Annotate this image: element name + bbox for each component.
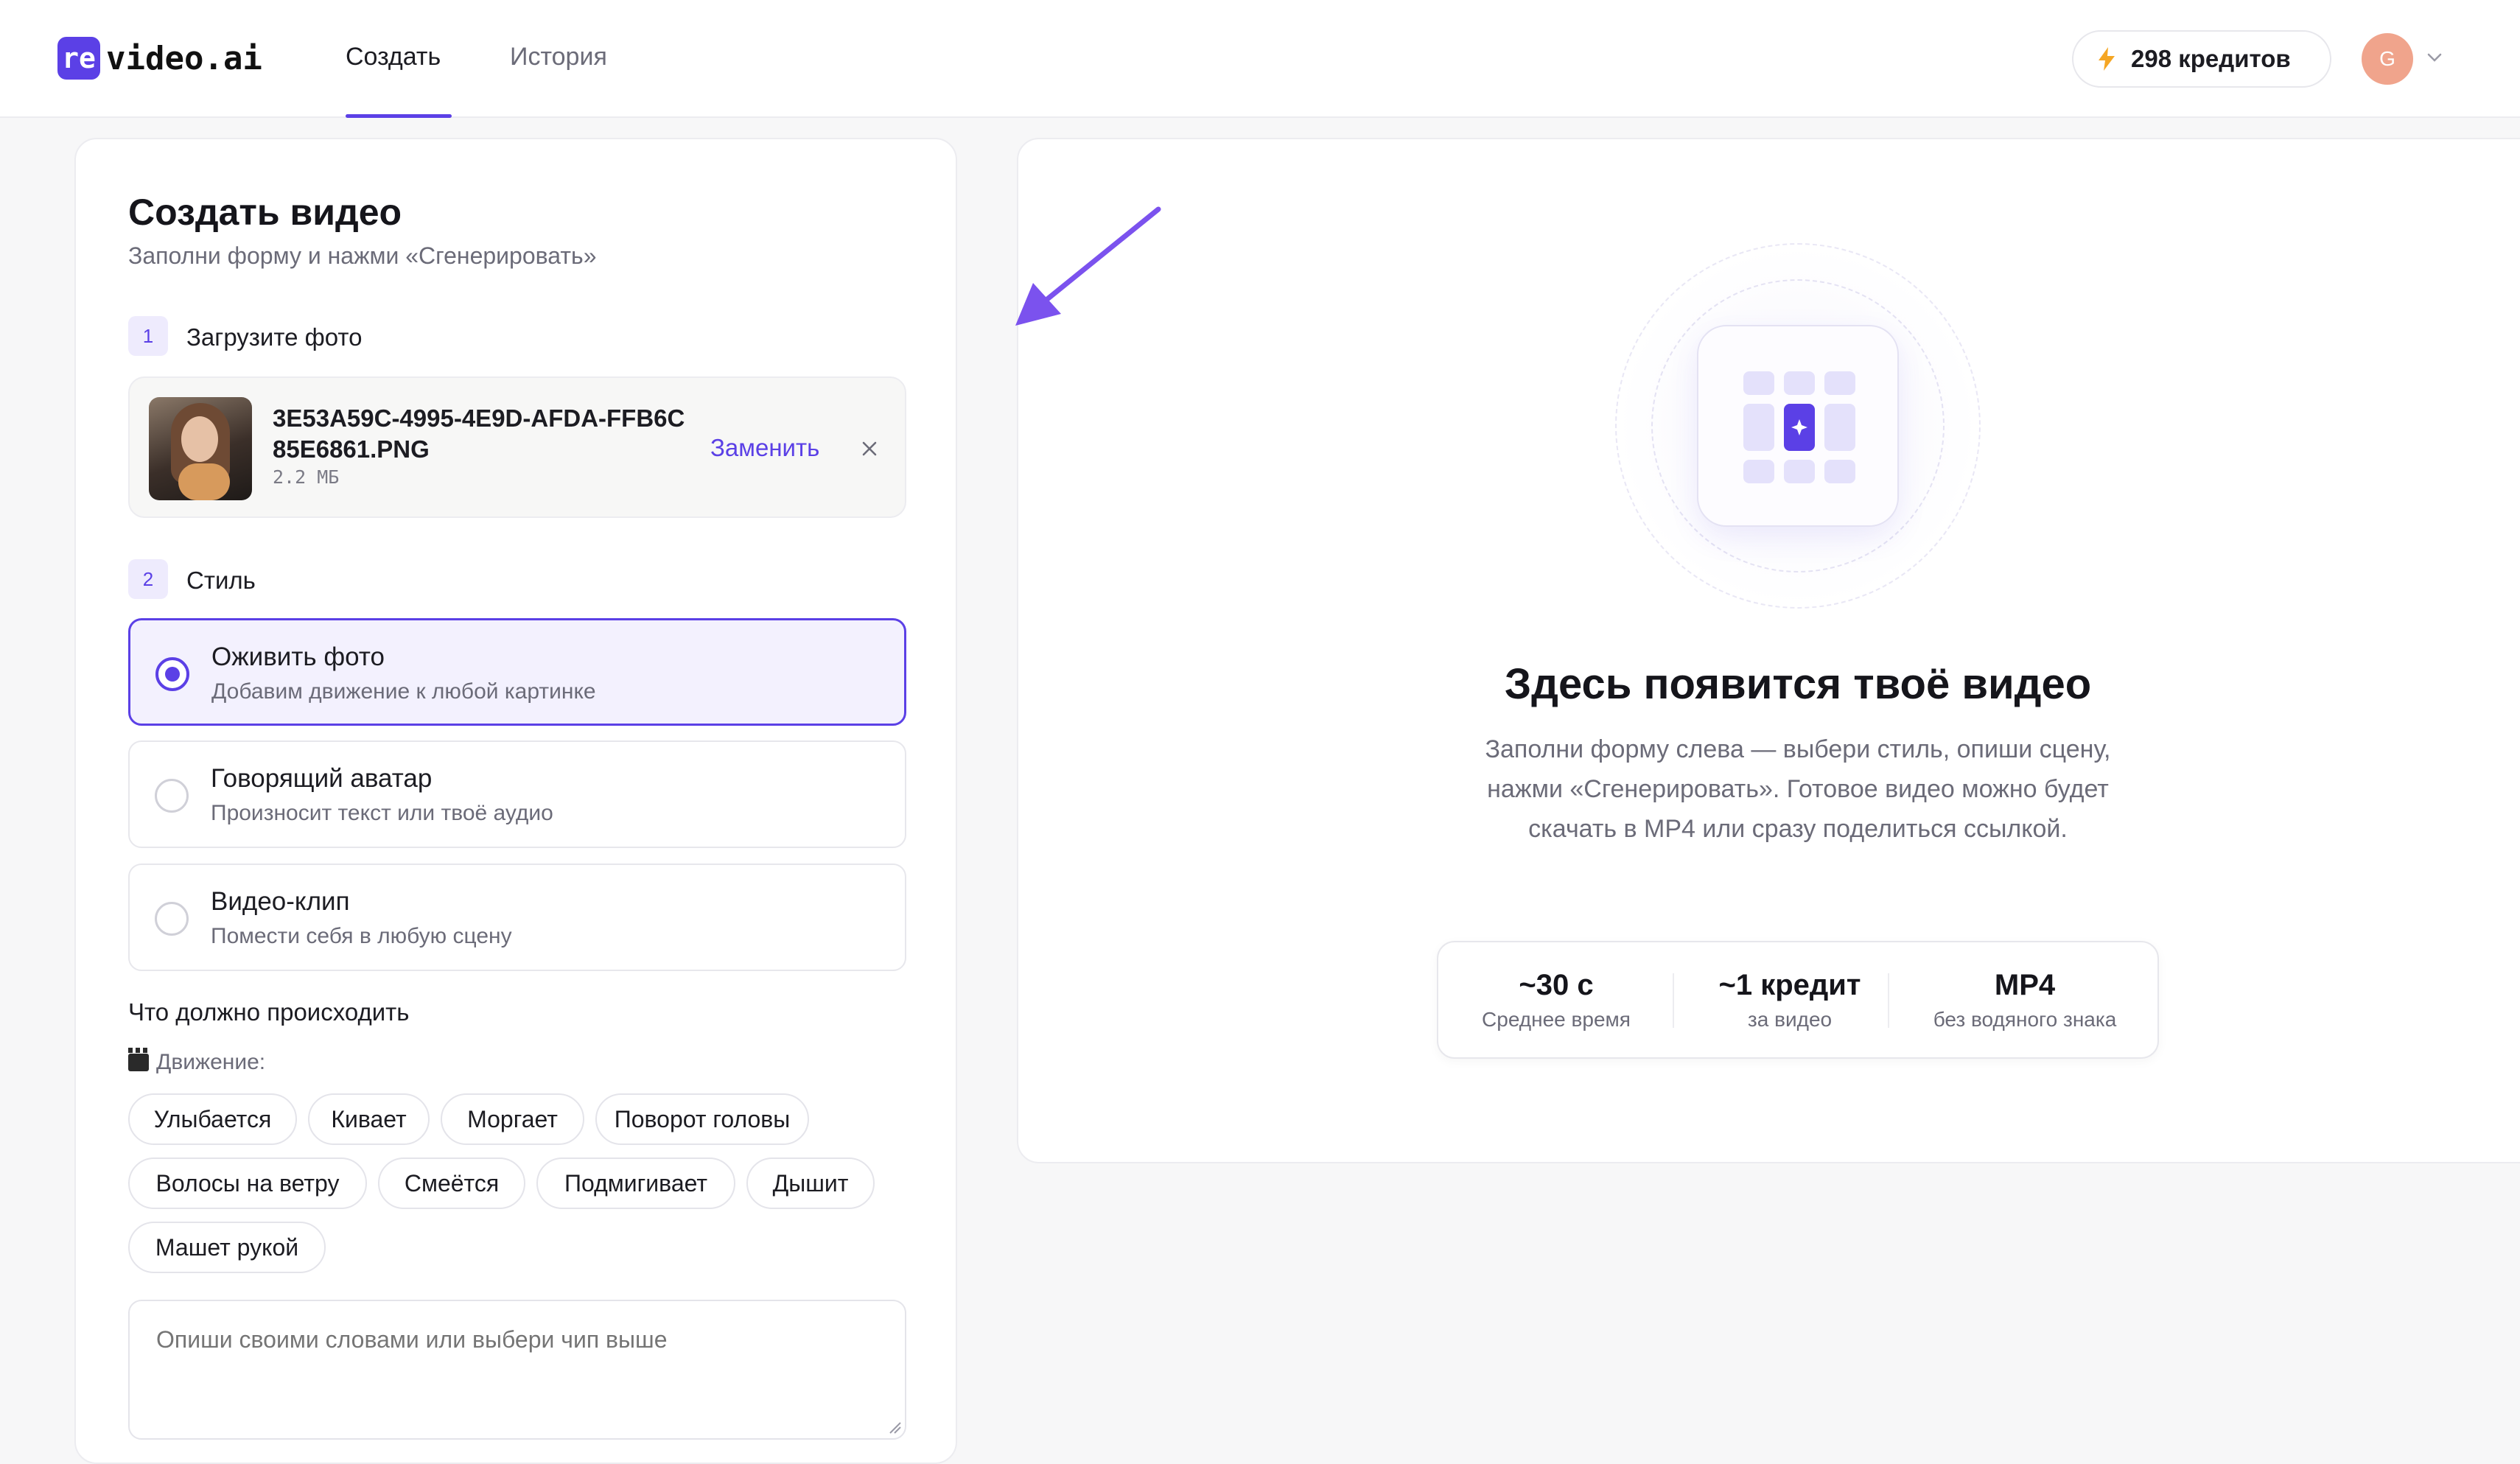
chip-laugh[interactable]: Смеётся	[378, 1157, 525, 1209]
chip-wave[interactable]: Машет рукой	[128, 1222, 326, 1273]
preview-title: Здесь появится твоё видео	[1504, 660, 2092, 708]
logo-mark: re	[57, 37, 100, 80]
stat-label: Среднее время	[1482, 1008, 1631, 1031]
credits-count: 298 кредитов	[2131, 45, 2291, 72]
chevron-down-icon[interactable]	[2426, 52, 2443, 63]
clapperboard-icon	[128, 1048, 149, 1071]
stat-value: ~30 с	[1519, 969, 1594, 1001]
chip-blink[interactable]: Моргает	[441, 1093, 584, 1145]
stat-cost: ~1 кредит за видео	[1686, 969, 1894, 1032]
radio-button[interactable]	[155, 779, 189, 813]
resize-handle-icon[interactable]	[887, 1420, 902, 1435]
close-icon[interactable]	[856, 435, 883, 462]
chip-smile[interactable]: Улыбается	[128, 1093, 297, 1145]
style-option-title: Видео-клип	[211, 887, 350, 916]
stat-label: за видео	[1747, 1008, 1833, 1031]
credits-badge[interactable]: 298 кредитов	[2072, 30, 2331, 88]
photo-thumbnail	[149, 397, 252, 500]
divider	[1673, 973, 1674, 1028]
radio-button[interactable]	[155, 657, 189, 691]
tab-create[interactable]: Создать	[346, 43, 441, 71]
chip-breathe[interactable]: Дышит	[746, 1157, 875, 1209]
file-size: 2.2 МБ	[273, 466, 340, 488]
chip-nod[interactable]: Кивает	[308, 1093, 430, 1145]
stat-time: ~30 с Среднее время	[1453, 969, 1659, 1032]
stat-format: MP4 без водяного знака	[1900, 969, 2150, 1032]
stat-value: MP4	[1994, 969, 2056, 1001]
style-option-desc: Произносит текст или твоё аудио	[211, 801, 553, 825]
style-option-title: Говорящий аватар	[211, 764, 433, 793]
active-tab-indicator	[346, 114, 452, 118]
logo[interactable]: re video.ai	[57, 37, 262, 80]
create-video-form: Создать видео Заполни форму и нажми «Сге…	[74, 138, 957, 1464]
film-grid-icon	[1743, 371, 1855, 483]
prompt-section-label: Что должно происходить	[128, 998, 410, 1026]
style-option-desc: Помести себя в любую сцену	[211, 924, 512, 948]
step-label-upload: Загрузите фото	[186, 323, 363, 351]
uploaded-file: 3E53A59C-4995-4E9D-AFDA-FFB6C85E6861.PNG…	[128, 376, 906, 518]
motion-label-text: Движение:	[156, 1050, 266, 1074]
form-title: Создать видео	[128, 192, 402, 233]
avatar[interactable]: G	[2362, 33, 2413, 85]
form-subtitle: Заполни форму и нажми «Сгенерировать»	[128, 242, 597, 269]
file-name: 3E53A59C-4995-4E9D-AFDA-FFB6C85E6861.PNG	[273, 404, 685, 463]
style-option-avatar[interactable]: Говорящий аватар Произносит текст или тв…	[128, 740, 906, 848]
tab-history[interactable]: История	[510, 43, 607, 71]
replace-button[interactable]: Заменить	[710, 434, 819, 462]
stat-label: без водяного знака	[1933, 1008, 2117, 1031]
step-label-style: Стиль	[186, 567, 256, 594]
video-placeholder-icon	[1697, 325, 1899, 527]
style-option-animate[interactable]: Оживить фото Добавим движение к любой ка…	[128, 618, 906, 726]
lightning-icon	[2099, 47, 2115, 71]
preview-description: Заполни форму слева — выбери стиль, опиш…	[1485, 735, 2111, 843]
style-option-clip[interactable]: Видео-клип Помести себя в любую сцену	[128, 864, 906, 971]
arrow-annotation-icon	[1015, 206, 1161, 326]
radio-button[interactable]	[155, 902, 189, 936]
stats-panel: ~30 с Среднее время ~1 кредит за видео M…	[1437, 941, 2159, 1059]
chip-wink[interactable]: Подмигивает	[536, 1157, 735, 1209]
style-option-desc: Добавим движение к любой картинке	[211, 679, 596, 704]
logo-text: video.ai	[106, 39, 262, 77]
prompt-textarea[interactable]	[128, 1300, 906, 1440]
motion-label: Движение:	[128, 1048, 266, 1075]
style-option-title: Оживить фото	[211, 642, 385, 671]
divider	[1888, 973, 1889, 1028]
step-number: 2	[128, 559, 168, 599]
stat-value: ~1 кредит	[1718, 969, 1861, 1001]
top-bar: re video.ai Создать История 298 кредитов…	[0, 0, 2520, 118]
chip-head-turn[interactable]: Поворот головы	[595, 1093, 809, 1145]
chip-hair-wind[interactable]: Волосы на ветру	[128, 1157, 367, 1209]
step-number: 1	[128, 316, 168, 356]
